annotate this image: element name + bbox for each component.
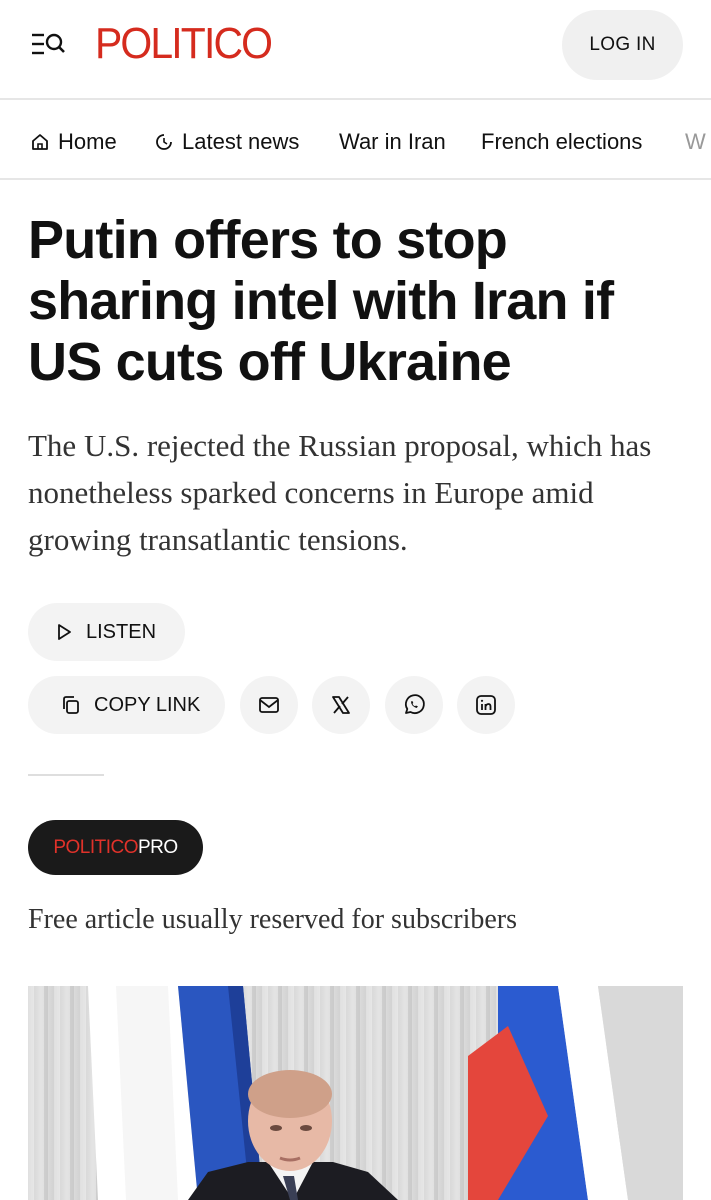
nav-item-label: W: [685, 129, 706, 154]
article-headline: Putin offers to stop sharing intel with …: [28, 210, 614, 392]
x-icon: [332, 696, 350, 714]
copy-icon: [63, 696, 79, 714]
menu-search-button[interactable]: [28, 28, 68, 60]
copy-link-button[interactable]: COPY LINK: [28, 676, 225, 734]
clock-icon: [156, 134, 172, 150]
nav-item-war-in-iran[interactable]: War in Iran: [339, 126, 446, 158]
pro-badge-brand: POLITICO: [53, 836, 138, 858]
copy-link-label: COPY LINK: [94, 693, 201, 716]
article-photo-image: [28, 986, 683, 1200]
share-whatsapp-button[interactable]: [385, 676, 443, 734]
nav-item-latest-news[interactable]: Latest news: [154, 126, 299, 158]
nav-item-label: Latest news: [182, 129, 300, 154]
top-nav: Home Latest news War in Iran French elec…: [0, 102, 711, 180]
nav-item-more[interactable]: W: [685, 126, 706, 158]
menu-search-icon: [32, 33, 65, 55]
linkedin-icon: [476, 695, 496, 715]
article-dek: The U.S. rejected the Russian proposal, …: [28, 428, 652, 557]
site-header: POLITICO LOG IN: [0, 0, 711, 100]
pro-badge-suffix: PRO: [138, 836, 178, 858]
politico-logo[interactable]: POLITICO: [95, 20, 273, 68]
nav-item-label: French elections: [481, 129, 643, 154]
divider: [28, 774, 104, 776]
nav-item-french-elections[interactable]: French elections: [481, 126, 642, 158]
play-icon: [58, 624, 71, 640]
login-button[interactable]: LOG IN: [562, 10, 683, 80]
politico-pro-badge[interactable]: POLITICO PRO: [28, 820, 203, 875]
share-linkedin-button[interactable]: [457, 676, 515, 734]
listen-button[interactable]: LISTEN: [28, 603, 185, 661]
nav-item-label: War in Iran: [339, 129, 446, 154]
free-article-note: Free article usually reserved for subscr…: [28, 904, 518, 935]
mail-icon: [259, 697, 279, 713]
home-icon: [32, 134, 48, 150]
listen-label: LISTEN: [86, 620, 157, 643]
nav-item-label: Home: [58, 129, 117, 154]
share-email-button[interactable]: [240, 676, 298, 734]
whatsapp-icon: [404, 694, 425, 715]
article-photo: [28, 986, 683, 1200]
nav-item-home[interactable]: Home: [30, 126, 117, 158]
share-x-button[interactable]: [312, 676, 370, 734]
